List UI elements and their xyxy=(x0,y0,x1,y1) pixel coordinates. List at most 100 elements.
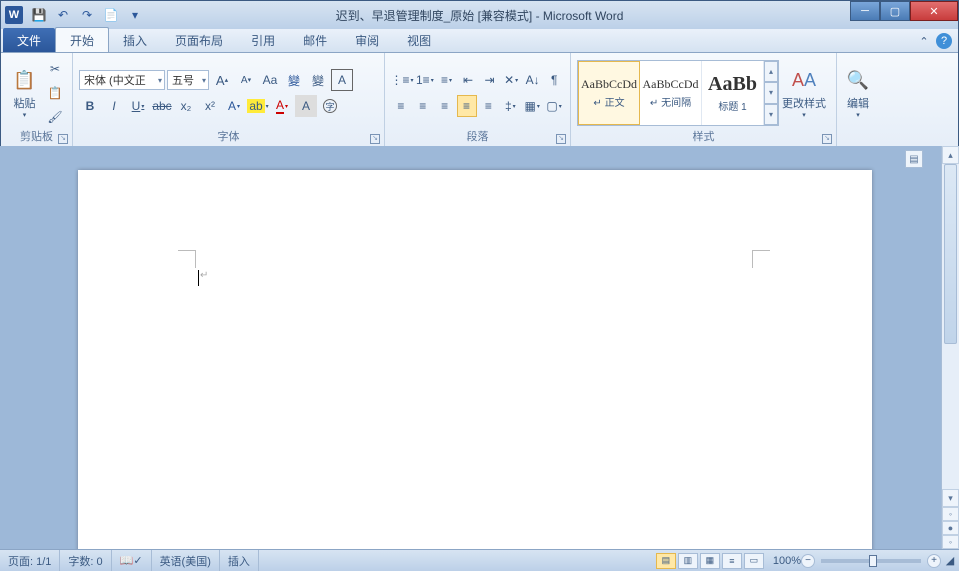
align-right-button[interactable]: ≡ xyxy=(435,95,455,117)
scroll-up[interactable]: ▴ xyxy=(942,146,959,164)
styles-label: 样式 xyxy=(693,131,715,143)
zoom-knob[interactable] xyxy=(869,555,877,567)
char-border-button[interactable]: A xyxy=(331,69,353,91)
underline-button[interactable]: U▾ xyxy=(127,95,149,117)
view-web[interactable]: ▦ xyxy=(700,553,720,569)
qat-redo[interactable]: ↷ xyxy=(77,5,97,25)
shrink-font-button[interactable]: A▾ xyxy=(235,69,257,91)
change-case-button[interactable]: Aa xyxy=(259,69,281,91)
align-center-button[interactable]: ≡ xyxy=(413,95,433,117)
close-button[interactable]: ✕ xyxy=(910,1,958,21)
char-shading-button[interactable]: A xyxy=(295,95,317,117)
status-mode[interactable]: 插入 xyxy=(220,550,259,571)
zoom-level[interactable]: 100% xyxy=(773,555,801,567)
next-page[interactable]: ◦ xyxy=(942,535,959,549)
styles-launcher[interactable]: ↘ xyxy=(822,134,832,144)
paste-button[interactable]: 📋 粘贴 ▾ xyxy=(7,56,42,130)
enclose-char-button[interactable]: 字 xyxy=(319,95,341,117)
font-size-combo[interactable]: 五号 xyxy=(167,70,209,90)
tab-view[interactable]: 视图 xyxy=(393,28,445,52)
status-words[interactable]: 字数: 0 xyxy=(60,550,111,571)
ruler-toggle[interactable]: ▤ xyxy=(905,150,923,168)
vertical-scrollbar[interactable]: ▴ ▾ ◦ ● ◦ xyxy=(941,146,959,549)
status-page[interactable]: 页面: 1/1 xyxy=(0,550,60,571)
tab-review[interactable]: 审阅 xyxy=(341,28,393,52)
cut-button[interactable]: ✂ xyxy=(44,58,66,80)
scroll-down[interactable]: ▾ xyxy=(942,489,959,507)
scroll-track[interactable] xyxy=(942,164,959,489)
find-button[interactable]: 🔍 编辑 ▾ xyxy=(843,56,873,130)
tab-references[interactable]: 引用 xyxy=(237,28,289,52)
gallery-up[interactable]: ▴ xyxy=(764,61,778,82)
distribute-button[interactable]: ≡ xyxy=(479,95,499,117)
font-launcher[interactable]: ↘ xyxy=(370,134,380,144)
strike-button[interactable]: abc xyxy=(151,95,173,117)
phonetic-guide-button[interactable]: 變 xyxy=(283,69,305,91)
asian-layout-button[interactable]: ✕▾ xyxy=(501,69,521,91)
copy-button[interactable]: 📋 xyxy=(44,82,66,104)
resize-grip[interactable]: ◢ xyxy=(941,554,959,567)
text-effects-button[interactable]: A▾ xyxy=(223,95,245,117)
bullets-button[interactable]: ⋮≡▾ xyxy=(391,69,413,91)
gallery-more[interactable]: ▾ xyxy=(764,104,778,125)
tab-mail[interactable]: 邮件 xyxy=(289,28,341,52)
grow-font-button[interactable]: A▴ xyxy=(211,69,233,91)
font-family-combo[interactable]: 宋体 (中文正 xyxy=(79,70,165,90)
style-nospacing[interactable]: AaBbCcDd ↵ 无间隔 xyxy=(640,61,702,125)
superscript-button[interactable]: x² xyxy=(199,95,221,117)
zoom-in[interactable]: + xyxy=(927,554,941,568)
tab-home[interactable]: 开始 xyxy=(55,27,109,52)
font-color-button[interactable]: A▾ xyxy=(271,95,293,117)
sort-button[interactable]: A↓ xyxy=(523,69,543,91)
italic-button[interactable]: I xyxy=(103,95,125,117)
style-heading1[interactable]: AaBb 标题 1 xyxy=(702,61,764,125)
style-normal[interactable]: AaBbCcDd ↵ 正文 xyxy=(578,61,640,125)
format-painter-button[interactable]: 🖌 xyxy=(44,106,66,128)
clear-format-button[interactable]: 變 xyxy=(307,69,329,91)
zoom-slider[interactable] xyxy=(821,559,921,563)
align-left-button[interactable]: ≡ xyxy=(391,95,411,117)
highlight-button[interactable]: ab▾ xyxy=(247,95,269,117)
zoom-out[interactable]: − xyxy=(801,554,815,568)
shading-button[interactable]: ▦▾ xyxy=(522,95,542,117)
view-draft[interactable]: ▭ xyxy=(744,553,764,569)
clipboard-launcher[interactable]: ↘ xyxy=(58,134,68,144)
status-language[interactable]: 英语(美国) xyxy=(152,550,220,571)
multilevel-button[interactable]: ≡▾ xyxy=(437,69,457,91)
status-proof[interactable]: 📖✓ xyxy=(112,550,152,571)
minimize-button[interactable]: ─ xyxy=(850,1,880,21)
tab-file[interactable]: 文件 xyxy=(3,28,55,52)
numbering-button[interactable]: 1≡▾ xyxy=(415,69,435,91)
borders-button[interactable]: ▢▾ xyxy=(544,95,564,117)
document-area[interactable]: ▤ xyxy=(0,146,941,549)
page[interactable] xyxy=(78,170,872,549)
view-fullscreen[interactable]: ▥ xyxy=(678,553,698,569)
minimize-ribbon-icon[interactable]: ⌃ xyxy=(916,33,932,49)
decrease-indent-button[interactable]: ⇤ xyxy=(458,69,478,91)
qat-new[interactable]: 📄 xyxy=(101,5,121,25)
paragraph-launcher[interactable]: ↘ xyxy=(556,134,566,144)
view-outline[interactable]: ≡ xyxy=(722,553,742,569)
help-icon[interactable]: ? xyxy=(936,33,952,49)
style-name: ↵ 正文 xyxy=(593,94,624,109)
qat-undo[interactable]: ↶ xyxy=(53,5,73,25)
qat-more[interactable]: ▾ xyxy=(125,5,145,25)
view-print-layout[interactable]: ▤ xyxy=(656,553,676,569)
maximize-button[interactable]: ▢ xyxy=(880,1,910,21)
show-marks-button[interactable]: ¶ xyxy=(544,69,564,91)
line-spacing-button[interactable]: ‡▾ xyxy=(500,95,520,117)
change-styles-button[interactable]: AA 更改样式 ▾ xyxy=(779,67,829,119)
gallery-down[interactable]: ▾ xyxy=(764,82,778,103)
tab-layout[interactable]: 页面布局 xyxy=(161,28,237,52)
justify-button[interactable]: ≡ xyxy=(457,95,477,117)
increase-indent-button[interactable]: ⇥ xyxy=(480,69,500,91)
prev-page[interactable]: ◦ xyxy=(942,507,959,521)
tab-insert[interactable]: 插入 xyxy=(109,28,161,52)
scroll-thumb[interactable] xyxy=(944,164,957,344)
bold-button[interactable]: B xyxy=(79,95,101,117)
style-preview: AaBbCcDd xyxy=(643,77,699,92)
subscript-button[interactable]: x₂ xyxy=(175,95,197,117)
qat-save[interactable]: 💾 xyxy=(29,5,49,25)
browse-object[interactable]: ● xyxy=(942,521,959,535)
ribbon: 📋 粘贴 ▾ ✂ 📋 🖌 剪贴板↘ 宋体 (中文正 五号 A▴ A▾ Aa xyxy=(1,53,958,147)
